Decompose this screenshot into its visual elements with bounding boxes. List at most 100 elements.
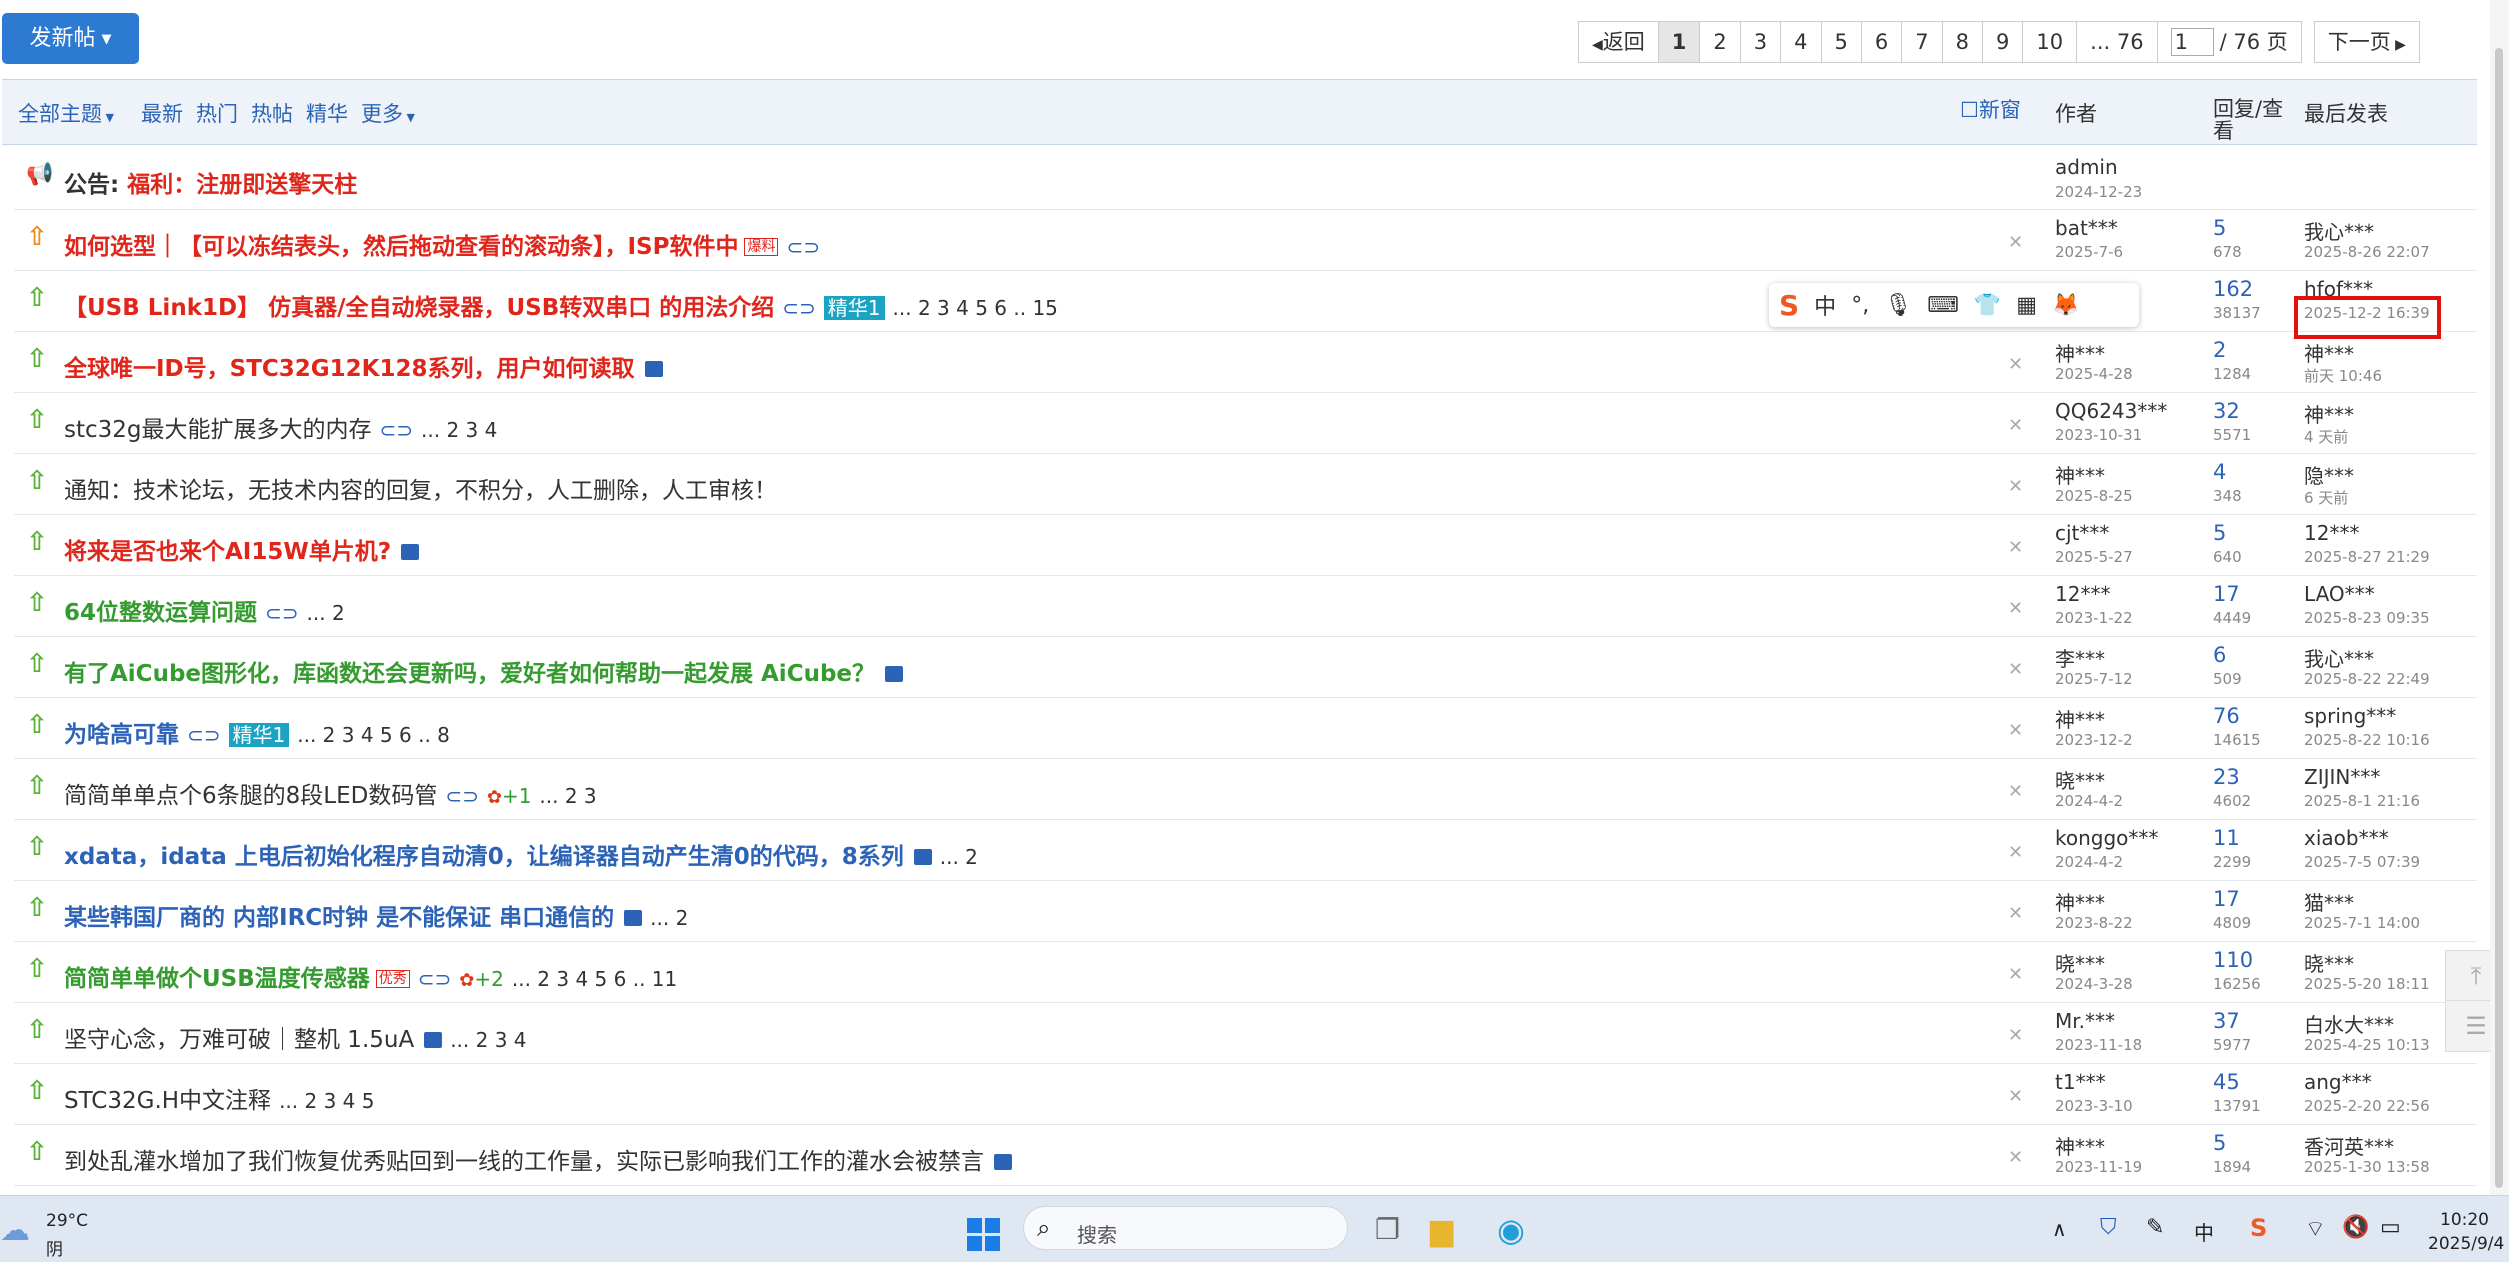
file-explorer-icon[interactable]: ▆ <box>1430 1213 1453 1248</box>
thread-title[interactable]: 坚守心念，万难可破｜整机 1.5uA ... 2 3 4 <box>64 1020 527 1054</box>
pager-page-last[interactable]: ... 76 <box>2076 21 2158 63</box>
author-name[interactable]: 神*** <box>2055 1131 2105 1160</box>
last-post-time[interactable]: 6 天前 <box>2304 487 2348 508</box>
thread-title[interactable]: 全球唯一ID号，STC32G12K128系列，用户如何读取 <box>64 349 663 383</box>
toolbox-grid-icon[interactable]: ▦ <box>2016 293 2037 318</box>
reply-count[interactable]: 37 <box>2213 1009 2240 1033</box>
filter-hot[interactable]: 热门 <box>196 98 238 128</box>
thread-title[interactable]: 64位整数运算问题 ⊂⊃ ... 2 <box>64 593 345 627</box>
last-poster[interactable]: xiaob*** <box>2304 826 2389 850</box>
filter-hot-posts[interactable]: 热帖 <box>251 98 293 128</box>
thread-title[interactable]: 到处乱灌水增加了我们恢复优秀贴回到一线的工作量，实际已影响我们工作的灌水会被禁言 <box>64 1142 1012 1176</box>
clock-date[interactable]: 2025/9/4 <box>2428 1234 2504 1254</box>
author-name[interactable]: t1*** <box>2055 1070 2106 1094</box>
clock-time[interactable]: 10:20 <box>2440 1210 2489 1230</box>
page-links[interactable]: ... 2 <box>307 601 345 625</box>
author-name[interactable]: bat*** <box>2055 216 2118 240</box>
last-post-time[interactable]: 2025-7-5 07:39 <box>2304 853 2420 871</box>
task-view-icon[interactable]: ❐ <box>1375 1213 1400 1246</box>
reply-count[interactable]: 23 <box>2213 765 2240 789</box>
pager-page-2[interactable]: 2 <box>1699 21 1741 63</box>
close-icon[interactable]: ✕ <box>2008 781 2023 802</box>
scrollbar-thumb[interactable] <box>2495 48 2503 1188</box>
author-name[interactable]: 晓*** <box>2055 948 2105 977</box>
last-poster[interactable]: 晓*** <box>2304 948 2354 977</box>
filter-more[interactable]: 更多 ▼ <box>361 98 415 128</box>
page-links[interactable]: ... 2 3 4 5 6 .. 15 <box>893 296 1058 320</box>
sogou-logo-icon[interactable]: S <box>1779 289 1799 322</box>
pager-page-4[interactable]: 4 <box>1780 21 1822 63</box>
last-poster[interactable]: 白水大*** <box>2304 1009 2394 1038</box>
page-links[interactable]: ... 2 3 4 <box>421 418 497 442</box>
last-post-time[interactable]: 2025-5-20 18:11 <box>2304 975 2430 993</box>
edge-browser-icon[interactable]: ◉ <box>1497 1211 1525 1249</box>
last-post-time[interactable]: 2025-8-27 21:29 <box>2304 548 2430 566</box>
close-icon[interactable]: ✕ <box>2008 537 2023 558</box>
reply-count[interactable]: 4 <box>2213 460 2226 484</box>
thread-title[interactable]: 简简单单做个USB温度传感器 优秀 ⊂⊃ ✿+2 ... 2 3 4 5 6 .. 11 <box>64 959 677 993</box>
battery-icon[interactable]: ▭ <box>2380 1215 2401 1240</box>
pager-page-5[interactable]: 5 <box>1820 21 1862 63</box>
reply-count[interactable]: 45 <box>2213 1070 2240 1094</box>
close-icon[interactable]: ✕ <box>2008 232 2023 253</box>
last-post-time[interactable]: 2025-2-20 22:56 <box>2304 1097 2430 1115</box>
last-poster[interactable]: ang*** <box>2304 1070 2372 1094</box>
start-windows-icon[interactable] <box>967 1218 1001 1252</box>
last-poster[interactable]: 隐*** <box>2304 460 2354 489</box>
close-icon[interactable]: ✕ <box>2008 1086 2023 1107</box>
pager-prev-button[interactable]: ◀返回 <box>1578 21 1659 63</box>
thread-title[interactable]: STC32G.H中文注释 ... 2 3 4 5 <box>64 1081 374 1115</box>
thread-title[interactable]: 有了AiCube图形化，库函数还会更新吗，爱好者如何帮助一起发展 AiCube？ <box>64 654 904 688</box>
thread-title[interactable]: 某些韩国厂商的 内部IRC时钟 是不能保证 串口通信的 ... 2 <box>64 898 688 932</box>
filter-all-topics[interactable]: 全部主题 ▼ <box>18 98 114 128</box>
pager-page-6[interactable]: 6 <box>1860 21 1903 63</box>
pager-page-3[interactable]: 3 <box>1739 21 1782 63</box>
reply-count[interactable]: 32 <box>2213 399 2240 423</box>
author-name[interactable]: 神*** <box>2055 704 2105 733</box>
taskbar-search-input[interactable] <box>1023 1206 1348 1250</box>
last-poster[interactable]: 神*** <box>2304 338 2354 367</box>
pen-input-icon[interactable]: ✎ <box>2146 1215 2164 1240</box>
new-window-toggle[interactable]: ☐新窗 <box>1960 94 2021 124</box>
sogou-tray-icon[interactable]: S <box>2250 1214 2267 1242</box>
announcement-title[interactable]: 公告: 福利：注册即送擎天柱 <box>64 165 357 199</box>
reply-count[interactable]: 5 <box>2213 521 2226 545</box>
last-post-time[interactable]: 4 天前 <box>2304 426 2348 447</box>
reply-count[interactable]: 76 <box>2213 704 2240 728</box>
cloud-weather-icon[interactable]: ☁ <box>0 1213 30 1248</box>
thread-title[interactable]: 通知：技术论坛，无技术内容的回复，不积分，人工删除，人工审核！ <box>64 471 777 505</box>
last-poster[interactable]: ZIJIN*** <box>2304 765 2380 789</box>
last-post-time[interactable]: 2025-8-26 22:07 <box>2304 243 2430 261</box>
reply-count[interactable]: 11 <box>2213 826 2240 850</box>
close-icon[interactable]: ✕ <box>2008 903 2023 924</box>
close-icon[interactable]: ✕ <box>2008 842 2023 863</box>
author-name[interactable]: 神*** <box>2055 460 2105 489</box>
filter-digest[interactable]: 精华 <box>306 98 348 128</box>
reply-count[interactable]: 17 <box>2213 582 2240 606</box>
pager-page-9[interactable]: 9 <box>1982 21 2024 63</box>
reply-count[interactable]: 2 <box>2213 338 2226 362</box>
pager-page-7[interactable]: 7 <box>1901 21 1943 63</box>
author-name[interactable]: konggo*** <box>2055 826 2158 850</box>
close-icon[interactable]: ✕ <box>2008 476 2023 497</box>
pager-page-1[interactable]: 1 <box>1657 21 1701 63</box>
last-poster[interactable]: 神*** <box>2304 399 2354 428</box>
thread-title[interactable]: 简简单单点个6条腿的8段LED数码管 ⊂⊃ ✿+1 ... 2 3 <box>64 776 597 810</box>
last-post-time[interactable]: 2025-7-1 14:00 <box>2304 914 2420 932</box>
last-post-time[interactable]: 2025-1-30 13:58 <box>2304 1158 2430 1176</box>
last-post-time[interactable]: 2025-8-23 09:35 <box>2304 609 2430 627</box>
last-poster[interactable]: 我心*** <box>2304 643 2374 672</box>
close-icon[interactable]: ✕ <box>2008 598 2023 619</box>
reply-count[interactable]: 5 <box>2213 1131 2226 1155</box>
skin-icon[interactable]: 👕 <box>1974 293 2001 318</box>
last-post-time[interactable]: 前天 10:46 <box>2304 365 2382 386</box>
ime-indicator[interactable]: 中 <box>2194 1217 2214 1246</box>
page-links[interactable]: ... 2 3 4 5 6 .. 8 <box>297 723 450 747</box>
chevron-up-icon[interactable]: ∧ <box>2052 1217 2067 1241</box>
last-post-time[interactable]: 2025-8-22 22:49 <box>2304 670 2430 688</box>
punctuation-icon[interactable]: °, <box>1851 293 1869 318</box>
reply-count[interactable]: 5 <box>2213 216 2226 240</box>
thread-title[interactable]: 为啥高可靠 ⊂⊃ 精华1 ... 2 3 4 5 6 .. 8 <box>64 715 450 749</box>
author-name[interactable]: QQ6243*** <box>2055 399 2167 423</box>
last-poster[interactable]: 猫*** <box>2304 887 2354 916</box>
